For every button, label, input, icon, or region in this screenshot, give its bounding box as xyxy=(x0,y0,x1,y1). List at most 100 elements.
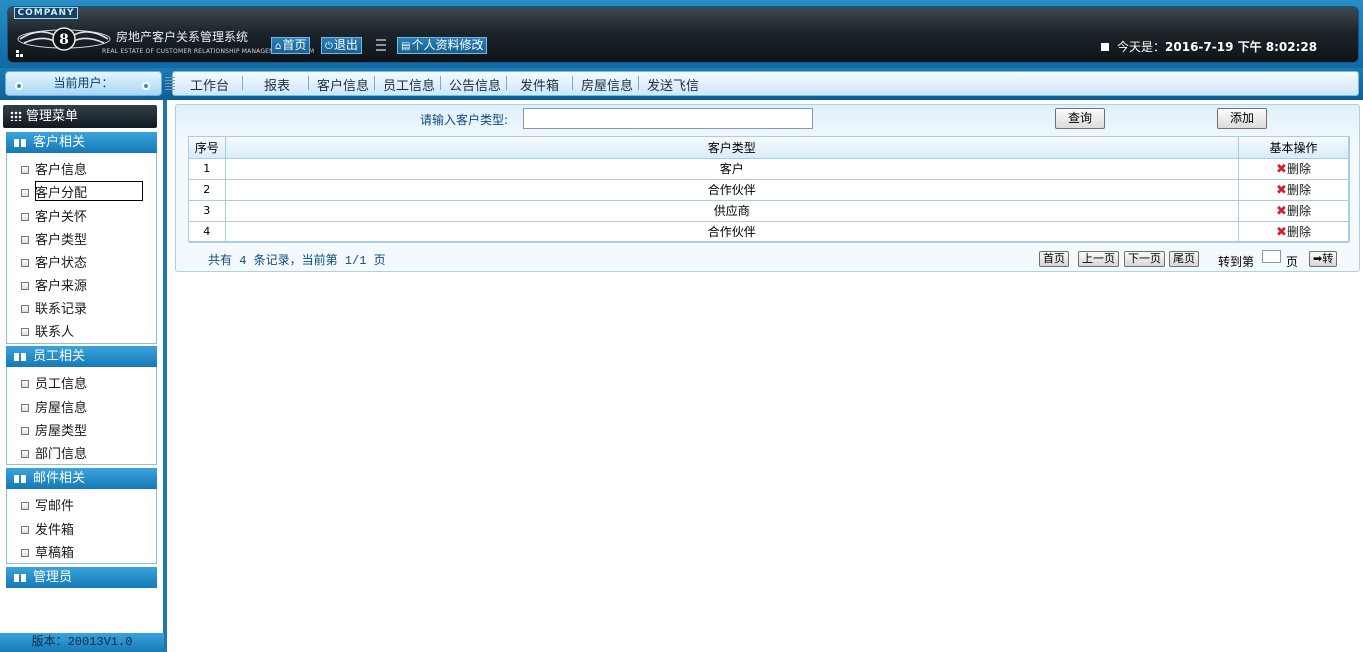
sidebar-item-outbox[interactable]: 发件箱 xyxy=(21,519,74,538)
bullet-icon xyxy=(21,282,29,290)
bullet-icon xyxy=(21,328,29,336)
folder-icon xyxy=(14,353,26,361)
sidebar-item-customer-type[interactable]: 客户类型 xyxy=(21,229,87,248)
group-customer[interactable]: 客户相关 xyxy=(6,132,157,153)
table-row: 3 供应商 ✖删除 xyxy=(189,200,1349,222)
power-icon: ⏻ xyxy=(325,41,333,52)
group-mail[interactable]: 邮件相关 xyxy=(6,468,157,489)
folder-icon xyxy=(14,574,26,582)
nav-reports[interactable]: 报表 xyxy=(264,75,290,94)
goto-button[interactable]: ➡转 xyxy=(1309,251,1338,267)
nav-separator xyxy=(440,76,441,90)
nav-separator xyxy=(242,76,243,90)
delete-label: 删除 xyxy=(1286,204,1311,218)
square-bullet-icon xyxy=(1101,43,1109,51)
version-footer: 版本：20013V1.0 xyxy=(0,633,164,652)
row-customer-type: 供应商 xyxy=(225,200,1239,222)
delete-link[interactable]: ✖删除 xyxy=(1276,162,1311,177)
bullet-icon xyxy=(21,259,29,267)
bullet-icon xyxy=(21,213,29,221)
logout-button[interactable]: ⏻退出 xyxy=(321,37,362,54)
record-summary: 共有 4 条记录，当前第 1/1 页 xyxy=(208,254,386,268)
sidebar-item-house-info[interactable]: 房屋信息 xyxy=(21,397,87,416)
goto-page-input[interactable] xyxy=(1262,250,1281,263)
nav-separator xyxy=(638,76,639,90)
delete-label: 删除 xyxy=(1286,162,1311,176)
arrow-right-icon: ➡ xyxy=(1313,252,1323,265)
nav-outbox[interactable]: 发件箱 xyxy=(520,75,559,94)
group-employee-label: 员工相关 xyxy=(33,349,86,364)
nav-separator xyxy=(572,76,573,90)
delete-label: 删除 xyxy=(1286,183,1311,197)
next-page-button[interactable]: 下一页 xyxy=(1124,251,1165,267)
row-actions: ✖删除 xyxy=(1238,158,1349,180)
sidebar-item-label: 写邮件 xyxy=(35,499,75,514)
row-number: 1 xyxy=(189,158,226,180)
bullet-icon xyxy=(21,526,29,534)
delete-icon: ✖ xyxy=(1276,162,1287,177)
row-customer-type: 合作伙伴 xyxy=(225,221,1239,243)
sidebar-item-customer-info[interactable]: 客户信息 xyxy=(21,159,87,178)
bullet-icon xyxy=(21,549,29,557)
nav-send-fetion[interactable]: 发送飞信 xyxy=(647,75,699,94)
today-value: 2016-7-19 下午 8:02:28 xyxy=(1165,40,1318,54)
group-mail-label: 邮件相关 xyxy=(33,471,86,486)
bullet-icon xyxy=(21,236,29,244)
table-row: 4 合作伙伴 ✖删除 xyxy=(189,221,1349,243)
row-number: 2 xyxy=(189,179,226,201)
today-datetime: 今天是：2016-7-19 下午 8:02:28 xyxy=(1101,38,1317,55)
sidebar-title: 管理菜单 xyxy=(3,105,157,128)
search-button[interactable]: 查询 xyxy=(1055,108,1105,129)
goto-button-label: 转 xyxy=(1322,252,1334,265)
nav-grip-icon xyxy=(165,77,175,91)
sidebar-item-employee-info[interactable]: 员工信息 xyxy=(21,373,87,392)
nav-customer-info[interactable]: 客户信息 xyxy=(317,75,369,94)
sidebar-item-customer-status[interactable]: 客户状态 xyxy=(21,252,87,271)
nav-separator xyxy=(308,76,309,90)
nav-workbench[interactable]: 工作台 xyxy=(190,75,229,94)
row-actions: ✖删除 xyxy=(1238,200,1349,222)
sidebar-item-contact-records[interactable]: 联系记录 xyxy=(21,298,87,317)
bullet-icon xyxy=(21,502,29,510)
logout-button-label: 退出 xyxy=(333,38,358,52)
home-button[interactable]: ⌂首页 xyxy=(271,37,311,54)
delete-link[interactable]: ✖删除 xyxy=(1276,183,1311,198)
sidebar-item-label: 客户信息 xyxy=(35,163,88,178)
sidebar-item-label: 草稿箱 xyxy=(35,546,75,561)
bullet-icon xyxy=(21,305,29,313)
sidebar-item-customer-source[interactable]: 客户来源 xyxy=(21,275,87,294)
delete-link[interactable]: ✖删除 xyxy=(1276,204,1311,219)
sidebar-item-label: 部门信息 xyxy=(35,447,88,462)
prev-page-button[interactable]: 上一页 xyxy=(1078,251,1119,267)
sidebar-item-label: 客户类型 xyxy=(35,233,88,248)
sidebar-item-label: 联系记录 xyxy=(35,302,88,317)
sidebar-item-label: 房屋信息 xyxy=(35,401,88,416)
home-icon: ⌂ xyxy=(275,41,282,52)
sidebar-item-label: 房屋类型 xyxy=(35,424,88,439)
group-employee[interactable]: 员工相关 xyxy=(6,346,157,367)
sidebar-item-customer-care[interactable]: 客户关怀 xyxy=(21,206,87,225)
sidebar-item-department-info[interactable]: 部门信息 xyxy=(21,443,87,462)
sidebar-item-label: 员工信息 xyxy=(35,377,88,392)
query-label: 请输入客户类型: xyxy=(420,113,509,127)
first-page-button[interactable]: 首页 xyxy=(1039,251,1069,267)
last-page-button[interactable]: 尾页 xyxy=(1169,251,1199,267)
nav-announcements[interactable]: 公告信息 xyxy=(449,75,501,94)
sidebar-item-house-type[interactable]: 房屋类型 xyxy=(21,420,87,439)
current-user: 当前用户： xyxy=(5,71,162,96)
sidebar-item-label: 客户状态 xyxy=(35,256,88,271)
sidebar-item-label: 联系人 xyxy=(35,325,75,340)
customer-type-input[interactable] xyxy=(523,108,813,129)
profile-edit-button[interactable]: ▤个人资料修改 xyxy=(397,37,488,54)
delete-label: 删除 xyxy=(1286,225,1311,239)
delete-link[interactable]: ✖删除 xyxy=(1276,225,1311,240)
sidebar-item-drafts[interactable]: 草稿箱 xyxy=(21,542,74,561)
group-customer-label: 客户相关 xyxy=(33,135,86,150)
nav-employee-info[interactable]: 员工信息 xyxy=(383,75,435,94)
add-button[interactable]: 添加 xyxy=(1217,108,1267,129)
group-admin[interactable]: 管理员 xyxy=(6,567,157,588)
nav-house-info[interactable]: 房屋信息 xyxy=(581,75,633,94)
document-icon: ▤ xyxy=(401,41,411,52)
sidebar-item-write-mail[interactable]: 写邮件 xyxy=(21,495,74,514)
sidebar-item-contacts[interactable]: 联系人 xyxy=(21,321,74,340)
